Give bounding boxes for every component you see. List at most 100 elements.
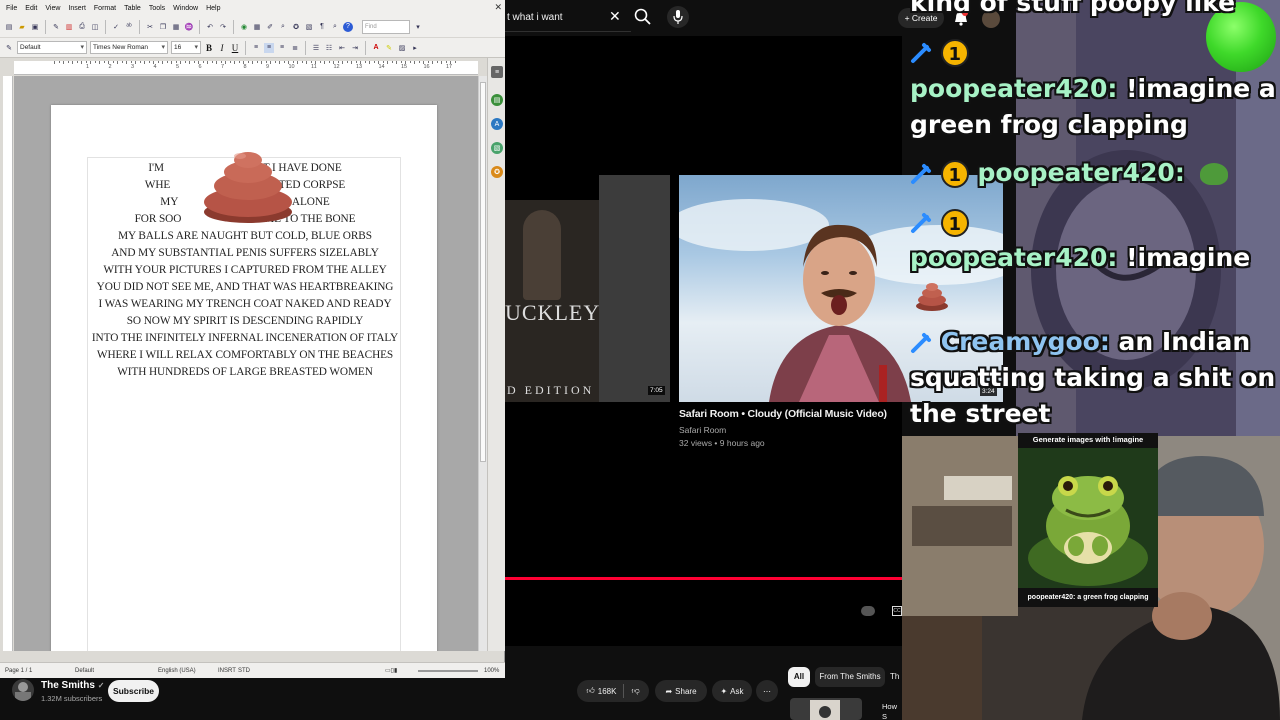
microphone-icon[interactable] [667, 6, 689, 28]
paragraph-style-select[interactable]: Default [17, 41, 87, 54]
menu-insert[interactable]: Insert [64, 5, 90, 12]
recommended-thumbnail[interactable] [790, 698, 862, 720]
copy-icon[interactable]: ❐ [158, 22, 168, 32]
status-selection-mode[interactable]: STD [238, 668, 250, 674]
save-icon[interactable]: ▣ [30, 22, 40, 32]
find-input[interactable]: Find [362, 19, 410, 34]
more-actions-button[interactable]: ⋯ [756, 680, 778, 702]
ask-button[interactable]: ✦ Ask [712, 680, 752, 702]
autoplay-toggle[interactable] [861, 606, 875, 616]
menu-file[interactable]: File [2, 5, 21, 12]
scrollbar-thumb[interactable] [480, 82, 486, 462]
poop-emoji-image[interactable] [196, 142, 300, 224]
subscribe-button[interactable]: Subscribe [108, 680, 159, 702]
status-zoom[interactable]: 100% [484, 668, 499, 674]
cut-icon[interactable]: ✂ [145, 22, 155, 32]
numbering-icon[interactable]: ☰ [311, 43, 321, 53]
styles-sidebar-icon[interactable]: A [491, 118, 503, 130]
close-icon[interactable]: ✕ [494, 2, 502, 13]
nonprinting-icon[interactable]: ¶ [317, 22, 327, 32]
horizontal-ruler[interactable]: 1 2 3 4 5 6 7 8 9 10 11 12 13 14 15 16 17 [14, 61, 478, 75]
background-color-icon[interactable]: ▨ [397, 43, 407, 53]
help-icon[interactable]: ? [343, 21, 353, 32]
menu-table[interactable]: Table [120, 5, 145, 12]
underline-icon[interactable]: U [230, 43, 240, 53]
table-icon[interactable]: ▦ [252, 22, 262, 32]
italic-icon[interactable]: I [217, 43, 227, 53]
undo-icon[interactable]: ↶ [205, 22, 215, 32]
channel-name[interactable]: The Smiths ✓ [41, 680, 104, 691]
poem-line[interactable]: MY BALLS ARE NAUGHT BUT COLD, BLUE ORBS [88, 228, 402, 245]
poem-line[interactable]: YOU DID NOT SEE ME, AND THAT WAS HEARTBR… [88, 279, 402, 296]
chip-from-channel[interactable]: From The Smiths [815, 667, 885, 687]
video-progress-bar[interactable] [505, 577, 902, 580]
spellcheck-icon[interactable]: ✓ [111, 22, 121, 32]
highlight-icon[interactable]: ✎ [384, 43, 394, 53]
print-icon[interactable]: ⎙ [77, 22, 87, 32]
menu-help[interactable]: Help [202, 5, 224, 12]
sidebar-menu-icon[interactable]: ≡ [491, 66, 503, 78]
poem-line[interactable]: WITH YOUR PICTURES I CAPTURED FROM THE A… [88, 262, 402, 279]
menu-tools[interactable]: Tools [145, 5, 169, 12]
zoom-slider[interactable] [418, 670, 478, 672]
endscreen-channel-name[interactable]: Safari Room [679, 425, 726, 435]
channel-name-text[interactable]: The Smiths [41, 680, 95, 691]
font-name-select[interactable]: Times New Roman [90, 41, 168, 54]
properties-icon[interactable]: ▤ [491, 94, 503, 106]
text-area[interactable]: I'M AT I HAVE DONEWHE SICATED CORPSEMY H… [87, 152, 402, 651]
zoom-icon[interactable]: ⌕ [330, 22, 340, 32]
clear-search-icon[interactable]: ✕ [609, 9, 621, 23]
menu-view[interactable]: View [41, 5, 64, 12]
navigator-icon[interactable]: ✪ [291, 22, 301, 32]
font-size-select[interactable]: 16 [171, 41, 201, 54]
find-replace-icon[interactable]: ⌕ [278, 22, 288, 32]
view-layout-icon[interactable]: ▭▯▮ [385, 667, 397, 674]
styles-icon[interactable]: ✎ [4, 43, 14, 53]
endscreen-card-placeholder[interactable] [599, 175, 670, 402]
justify-icon[interactable]: ≣ [290, 43, 300, 53]
chip-all[interactable]: All [788, 667, 810, 687]
endscreen-card-album[interactable]: UCKLEY D EDITION [505, 200, 599, 402]
thumbs-down-icon[interactable]: 👎︎ [631, 686, 639, 696]
captions-icon[interactable]: CC [892, 606, 902, 616]
vertical-scrollbar[interactable] [478, 76, 487, 651]
poem-line[interactable]: WHERE I WILL RELAX COMFORTABLY ON THE BE… [88, 347, 402, 364]
document-page[interactable]: I'M AT I HAVE DONEWHE SICATED CORPSEMY H… [51, 105, 437, 651]
status-insert-mode[interactable]: INSRT [218, 668, 236, 674]
poem-line[interactable]: I WAS WEARING MY TRENCH COAT NAKED AND R… [88, 296, 402, 313]
navigator-sidebar-icon[interactable]: ✪ [491, 166, 503, 178]
poem-line[interactable]: AND MY SUBSTANTIAL PENIS SUFFERS SIZELAB… [88, 245, 402, 262]
bold-icon[interactable]: B [204, 43, 214, 53]
align-center-icon[interactable]: ≡ [264, 42, 274, 53]
search-icon[interactable] [633, 7, 653, 27]
recommended-title[interactable]: How S Rema [882, 702, 902, 720]
channel-avatar[interactable] [12, 679, 34, 701]
align-right-icon[interactable]: ≡ [277, 43, 287, 53]
gallery-icon[interactable]: ▧ [304, 22, 314, 32]
redo-icon[interactable]: ↷ [218, 22, 228, 32]
endscreen-video-title[interactable]: Safari Room • Cloudy (Official Music Vid… [679, 408, 887, 420]
menu-window[interactable]: Window [169, 5, 202, 12]
print-preview-icon[interactable]: ◫ [90, 22, 100, 32]
increase-indent-icon[interactable]: ⇥ [350, 43, 360, 53]
show-draw-icon[interactable]: ✐ [265, 22, 275, 32]
thumbs-up-icon[interactable]: 👍︎ [586, 686, 594, 696]
toolbar-options-icon[interactable]: ▸ [410, 43, 420, 53]
find-dropdown-icon[interactable]: ▾ [413, 22, 423, 32]
font-color-icon[interactable]: A [371, 43, 381, 53]
clone-formatting-icon[interactable]: ♒ [184, 22, 194, 32]
like-count[interactable]: 168K [598, 687, 617, 696]
decrease-indent-icon[interactable]: ⇤ [337, 43, 347, 53]
menu-format[interactable]: Format [90, 5, 120, 12]
poem-line[interactable]: SO NOW MY SPIRIT IS DESCENDING RAPIDLY [88, 313, 402, 330]
align-left-icon[interactable]: ≡ [251, 43, 261, 53]
paste-icon[interactable]: ▦ [171, 22, 181, 32]
share-button[interactable]: ➦ Share [655, 680, 707, 702]
export-pdf-icon[interactable]: ▥ [64, 22, 74, 32]
edit-file-icon[interactable]: ✎ [51, 22, 61, 32]
bullets-icon[interactable]: ☷ [324, 43, 334, 53]
autospell-icon[interactable]: ᵃᵇ [124, 22, 134, 32]
status-language[interactable]: English (USA) [158, 668, 196, 674]
gallery-sidebar-icon[interactable]: ▧ [491, 142, 503, 154]
hyperlink-icon[interactable]: ◉ [239, 22, 249, 32]
